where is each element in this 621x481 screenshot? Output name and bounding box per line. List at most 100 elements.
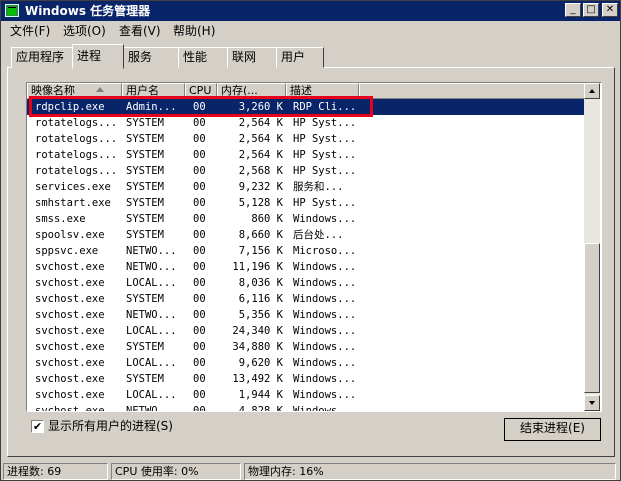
table-row[interactable]: spoolsv.exe SYSTEM 00 8,660 K 后台处... (27, 227, 587, 243)
table-row[interactable]: smss.exe SYSTEM 00 860 K Windows... (27, 211, 587, 227)
cell-cpu: 00 (193, 261, 206, 273)
column-cpu[interactable]: CPU (185, 83, 217, 99)
table-row[interactable]: svchost.exe SYSTEM 00 6,116 K Windows... (27, 291, 587, 307)
table-row[interactable]: svchost.exe NETWO... 00 4,828 K Windows... (27, 403, 587, 412)
process-list[interactable]: 映像名称 用户名 CPU 内存(... 描述 rdpclip.exe Admin.… (26, 82, 602, 412)
menu-view[interactable]: 查看(V) (116, 23, 164, 39)
maximize-button[interactable]: □ (583, 3, 599, 17)
minimize-button[interactable]: _ (565, 3, 581, 17)
menu-file[interactable]: 文件(F) (7, 23, 53, 39)
cell-cpu: 00 (193, 293, 206, 305)
tab-applications[interactable]: 应用程序 (11, 47, 73, 68)
column-user-name[interactable]: 用户名 (122, 83, 185, 99)
table-row[interactable]: smhstart.exe SYSTEM 00 5,128 K HP Syst... (27, 195, 587, 211)
tab-processes[interactable]: 进程 (72, 44, 124, 69)
cell-description: Windows... (293, 277, 357, 289)
cell-cpu: 00 (193, 181, 206, 193)
cell-image-name: svchost.exe (35, 373, 105, 385)
vertical-scrollbar[interactable] (584, 83, 600, 411)
table-row[interactable]: svchost.exe NETWO... 00 5,356 K Windows... (27, 307, 587, 323)
column-image-name-label: 映像名称 (31, 84, 75, 97)
cell-memory: 4,828 K (238, 405, 283, 412)
cell-image-name: svchost.exe (35, 405, 105, 412)
cell-image-name: sppsvc.exe (35, 245, 99, 257)
cell-cpu: 00 (193, 117, 206, 129)
cell-memory: 5,128 K (238, 197, 283, 209)
tab-users[interactable]: 用户 (276, 47, 324, 68)
cell-description: Windows... (293, 389, 357, 401)
cell-memory: 2,568 K (238, 165, 283, 177)
checkbox-check-icon[interactable]: ✔ (31, 420, 44, 433)
cell-description: Windows... (293, 405, 357, 412)
status-physical-memory: 物理内存: 16% (244, 463, 616, 480)
table-row[interactable]: rotatelogs... SYSTEM 00 2,564 K HP Syst... (27, 131, 587, 147)
cell-image-name: svchost.exe (35, 341, 105, 353)
cell-user-name: SYSTEM (126, 165, 164, 177)
cell-description: Windows... (293, 293, 357, 305)
cell-cpu: 00 (193, 357, 206, 369)
table-row[interactable]: svchost.exe NETWO... 00 11,196 K Windows... (27, 259, 587, 275)
cell-cpu: 00 (193, 101, 206, 113)
cell-description: 服务和... (293, 181, 344, 193)
cell-memory: 2,564 K (238, 117, 283, 129)
column-memory[interactable]: 内存(... (217, 83, 286, 99)
cell-description: RDP Cli... (293, 101, 357, 113)
cell-cpu: 00 (193, 309, 206, 321)
cell-image-name: svchost.exe (35, 309, 105, 321)
close-button[interactable]: ✕ (602, 3, 618, 17)
show-all-users-label: 显示所有用户的进程(S) (48, 419, 173, 433)
cell-user-name: SYSTEM (126, 213, 164, 225)
cell-memory: 8,036 K (238, 277, 283, 289)
cell-user-name: LOCAL... (126, 389, 177, 401)
table-row[interactable]: rotatelogs... SYSTEM 00 2,564 K HP Syst... (27, 115, 587, 131)
cell-description: HP Syst... (293, 165, 357, 177)
menu-options[interactable]: 选项(O) (60, 23, 109, 39)
list-header: 映像名称 用户名 CPU 内存(... 描述 (27, 83, 599, 99)
cell-description: HP Syst... (293, 197, 357, 209)
cell-cpu: 00 (193, 165, 206, 177)
table-row[interactable]: sppsvc.exe NETWO... 00 7,156 K Microso... (27, 243, 587, 259)
task-manager-app-icon (5, 4, 19, 17)
table-row[interactable]: svchost.exe LOCAL... 00 1,944 K Windows... (27, 387, 587, 403)
table-row-selected[interactable]: rdpclip.exe Admin... 00 3,260 K RDP Cli... (27, 99, 587, 115)
cell-user-name: LOCAL... (126, 325, 177, 337)
cell-memory: 11,196 K (232, 261, 283, 273)
table-row[interactable]: svchost.exe SYSTEM 00 34,880 K Windows... (27, 339, 587, 355)
cell-user-name: NETWO... (126, 245, 177, 257)
cell-user-name: SYSTEM (126, 133, 164, 145)
table-row[interactable]: svchost.exe LOCAL... 00 8,036 K Windows... (27, 275, 587, 291)
column-image-name[interactable]: 映像名称 (27, 83, 122, 99)
cell-image-name: svchost.exe (35, 293, 105, 305)
cell-user-name: SYSTEM (126, 197, 164, 209)
cell-image-name: svchost.exe (35, 261, 105, 273)
column-description[interactable]: 描述 (286, 83, 359, 99)
scroll-up-icon[interactable] (584, 83, 600, 99)
table-row[interactable]: svchost.exe LOCAL... 00 9,620 K Windows... (27, 355, 587, 371)
cell-user-name: LOCAL... (126, 277, 177, 289)
end-process-button[interactable]: 结束进程(E) (504, 418, 601, 441)
table-row[interactable]: rotatelogs... SYSTEM 00 2,564 K HP Syst... (27, 147, 587, 163)
scroll-thumb[interactable] (584, 243, 600, 393)
cell-image-name: svchost.exe (35, 357, 105, 369)
cell-description: Windows... (293, 341, 357, 353)
cell-user-name: SYSTEM (126, 181, 164, 193)
tab-performance[interactable]: 性能 (178, 47, 228, 68)
tab-services[interactable]: 服务 (123, 47, 179, 68)
cell-image-name: rdpclip.exe (35, 101, 105, 113)
title-bar[interactable]: Windows 任务管理器 _ □ ✕ (1, 1, 620, 21)
table-row[interactable]: services.exe SYSTEM 00 9,232 K 服务和... (27, 179, 587, 195)
scroll-down-icon[interactable] (584, 395, 600, 411)
cell-image-name: spoolsv.exe (35, 229, 105, 241)
cell-image-name: svchost.exe (35, 277, 105, 289)
tab-networking[interactable]: 联网 (227, 47, 277, 68)
menu-help[interactable]: 帮助(H) (170, 23, 218, 39)
table-row[interactable]: svchost.exe LOCAL... 00 24,340 K Windows... (27, 323, 587, 339)
cell-cpu: 00 (193, 245, 206, 257)
cell-cpu: 00 (193, 325, 206, 337)
table-row[interactable]: svchost.exe SYSTEM 00 13,492 K Windows... (27, 371, 587, 387)
sort-ascending-icon (96, 87, 104, 92)
cell-image-name: services.exe (35, 181, 111, 193)
process-rows: rdpclip.exe Admin... 00 3,260 K RDP Cli... ro… (27, 99, 587, 412)
cell-user-name: SYSTEM (126, 117, 164, 129)
table-row[interactable]: rotatelogs... SYSTEM 00 2,568 K HP Syst... (27, 163, 587, 179)
